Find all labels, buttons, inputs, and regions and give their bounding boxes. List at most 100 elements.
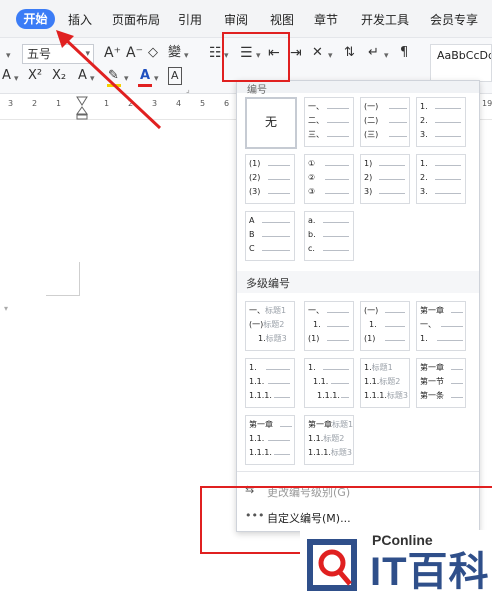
tab-references[interactable]: 引用 bbox=[178, 11, 202, 28]
multilevel-tile[interactable]: 第一章标题1 1.1.标题2 1.1.1.标题3 bbox=[304, 415, 354, 465]
tile-line: (2) bbox=[249, 173, 261, 182]
tile-line: 1.1.1. bbox=[364, 391, 387, 400]
pinyin-guide-button[interactable]: 變 bbox=[168, 45, 181, 61]
tile-line: 第一章 bbox=[249, 420, 273, 429]
tile-line: 1. bbox=[313, 320, 321, 329]
tile-line: 一、 bbox=[420, 320, 436, 329]
tile-line: 一、 bbox=[249, 306, 265, 315]
ruler-number: 5 bbox=[200, 99, 206, 108]
tile-line: 第一节 bbox=[420, 377, 444, 386]
chevron-down-icon[interactable]: ▾ bbox=[384, 48, 389, 64]
tile-line: 3) bbox=[364, 187, 373, 196]
style-preview-normal: AaBbCcDd bbox=[437, 49, 492, 62]
tile-heading: 标题2 bbox=[263, 320, 285, 329]
numbering-tile[interactable]: (1) (2) (3) bbox=[245, 154, 295, 204]
tile-heading: 标题3 bbox=[386, 391, 408, 400]
tile-line: 1.1.1. bbox=[249, 391, 272, 400]
numbering-tile[interactable]: 1) 2) 3) bbox=[360, 154, 410, 204]
pconline-logo-icon bbox=[307, 539, 357, 591]
tab-home[interactable]: 开始 bbox=[16, 9, 55, 29]
tile-line: 1. bbox=[249, 363, 257, 372]
tile-line: ③ bbox=[308, 187, 316, 196]
tile-heading: 标题2 bbox=[323, 434, 345, 443]
tile-line: B bbox=[249, 230, 255, 239]
ruler-number: 19 bbox=[482, 99, 492, 108]
none-label: 无 bbox=[264, 115, 277, 129]
multilevel-tile[interactable]: 第一章 1.1. 1.1.1. bbox=[245, 415, 295, 465]
tile-line: 1.1. bbox=[364, 377, 380, 386]
tile-line: (二) bbox=[364, 116, 379, 125]
page-margin-corner bbox=[46, 295, 80, 296]
font-name-dropdown-icon[interactable]: ▾ bbox=[6, 48, 11, 64]
tile-line: (1) bbox=[364, 334, 376, 343]
tile-heading: 标题1 bbox=[265, 306, 287, 315]
tile-line: (三) bbox=[364, 130, 379, 139]
tile-line: 1. bbox=[369, 320, 377, 329]
watermark: PConline IT百科 bbox=[300, 530, 492, 602]
tile-line: C bbox=[249, 244, 255, 253]
text-direction-icon[interactable]: ✕ bbox=[312, 45, 323, 61]
sort-icon[interactable]: ⇅ bbox=[344, 45, 355, 61]
ruler-number: 4 bbox=[176, 99, 182, 108]
tile-line: 三、 bbox=[308, 130, 324, 139]
tab-member[interactable]: 会员专享 bbox=[430, 11, 478, 28]
tile-line: ① bbox=[308, 159, 316, 168]
multilevel-tile[interactable]: (一) 1. (1) bbox=[360, 301, 410, 351]
panel-header: 编号 bbox=[237, 81, 479, 96]
tile-heading: 标题2 bbox=[379, 377, 401, 386]
tile-line: (3) bbox=[249, 187, 261, 196]
tile-line: 1.1. bbox=[249, 377, 265, 386]
tab-review[interactable]: 审阅 bbox=[224, 11, 248, 28]
tile-line: 第一条 bbox=[420, 391, 444, 400]
bullet-list-icon[interactable]: ☷ bbox=[209, 45, 222, 61]
multilevel-tile[interactable]: 一、 1. (1) bbox=[304, 301, 354, 351]
numbering-tile[interactable]: 1. 2. 3. bbox=[416, 154, 466, 204]
tab-view[interactable]: 视图 bbox=[270, 11, 294, 28]
tile-line: 3. bbox=[420, 187, 428, 196]
numbering-tile[interactable]: (一) (二) (三) bbox=[360, 97, 410, 147]
ruler-number: 6 bbox=[224, 99, 230, 108]
annotation-box-numbering-button bbox=[222, 32, 290, 82]
tab-developer[interactable]: 开发工具 bbox=[361, 11, 409, 28]
multilevel-tile[interactable]: 1.标题1 1.1.标题2 1.1.1.标题3 bbox=[360, 358, 410, 408]
tile-line: a. bbox=[308, 216, 316, 225]
watermark-brand: IT百科 bbox=[370, 550, 490, 594]
tab-insert[interactable]: 插入 bbox=[68, 11, 92, 28]
numbering-tile[interactable]: 一、 二、 三、 bbox=[304, 97, 354, 147]
chevron-down-icon[interactable]: ▾ bbox=[14, 71, 19, 87]
multilevel-tile[interactable]: 第一章 第一节 第一条 bbox=[416, 358, 466, 408]
tab-page-layout[interactable]: 页面布局 bbox=[112, 11, 160, 28]
superscript-button[interactable]: X² bbox=[28, 68, 42, 84]
numbering-none-tile[interactable]: 无 bbox=[245, 97, 297, 149]
tile-line: 一、 bbox=[308, 102, 324, 111]
chevron-down-icon[interactable]: ▾ bbox=[328, 48, 333, 64]
numbering-tile[interactable]: a. b. c. bbox=[304, 211, 354, 261]
chevron-down-icon[interactable]: ▾ bbox=[184, 48, 189, 64]
show-marks-icon[interactable]: ¶ bbox=[400, 45, 408, 61]
numbering-tile[interactable]: A B C bbox=[245, 211, 295, 261]
tile-line: ② bbox=[308, 173, 316, 182]
numbering-tile[interactable]: 1. 2. 3. bbox=[416, 97, 466, 147]
char-border-button[interactable]: A bbox=[168, 67, 182, 85]
multilevel-tile[interactable]: 第一章 一、 1. bbox=[416, 301, 466, 351]
tile-heading: 标题1 bbox=[371, 363, 393, 372]
tile-line: c. bbox=[308, 244, 315, 253]
increase-indent-icon[interactable]: ⇥ bbox=[290, 45, 302, 61]
tab-chapter[interactable]: 章节 bbox=[314, 11, 338, 28]
tile-line: 2) bbox=[364, 173, 373, 182]
numbering-tile[interactable]: ① ② ③ bbox=[304, 154, 354, 204]
tile-line: 1. bbox=[420, 334, 428, 343]
watermark-site: PConline bbox=[372, 532, 433, 548]
margin-marker-icon: ▾ bbox=[4, 304, 9, 313]
multilevel-tile[interactable]: 1. 1.1. 1.1.1. bbox=[304, 358, 354, 408]
tile-line: 第一章 bbox=[308, 420, 332, 429]
multilevel-tile[interactable]: 1. 1.1. 1.1.1. bbox=[245, 358, 295, 408]
line-spacing-icon[interactable]: ↵ bbox=[368, 45, 379, 61]
tile-line: A bbox=[249, 216, 255, 225]
numbering-dropdown-panel: 编号 无 一、 二、 三、 (一) (二) (三) 1. 2. 3. (1) (… bbox=[236, 80, 480, 532]
style-gallery[interactable]: AaBbCcDd bbox=[430, 44, 492, 82]
char-shading-icon[interactable]: A bbox=[2, 68, 11, 84]
multilevel-tile[interactable]: 一、标题1 (一)标题2 1.标题3 bbox=[245, 301, 295, 351]
tile-line: 1. bbox=[420, 102, 428, 111]
tile-line: 1.1.1. bbox=[317, 391, 340, 400]
